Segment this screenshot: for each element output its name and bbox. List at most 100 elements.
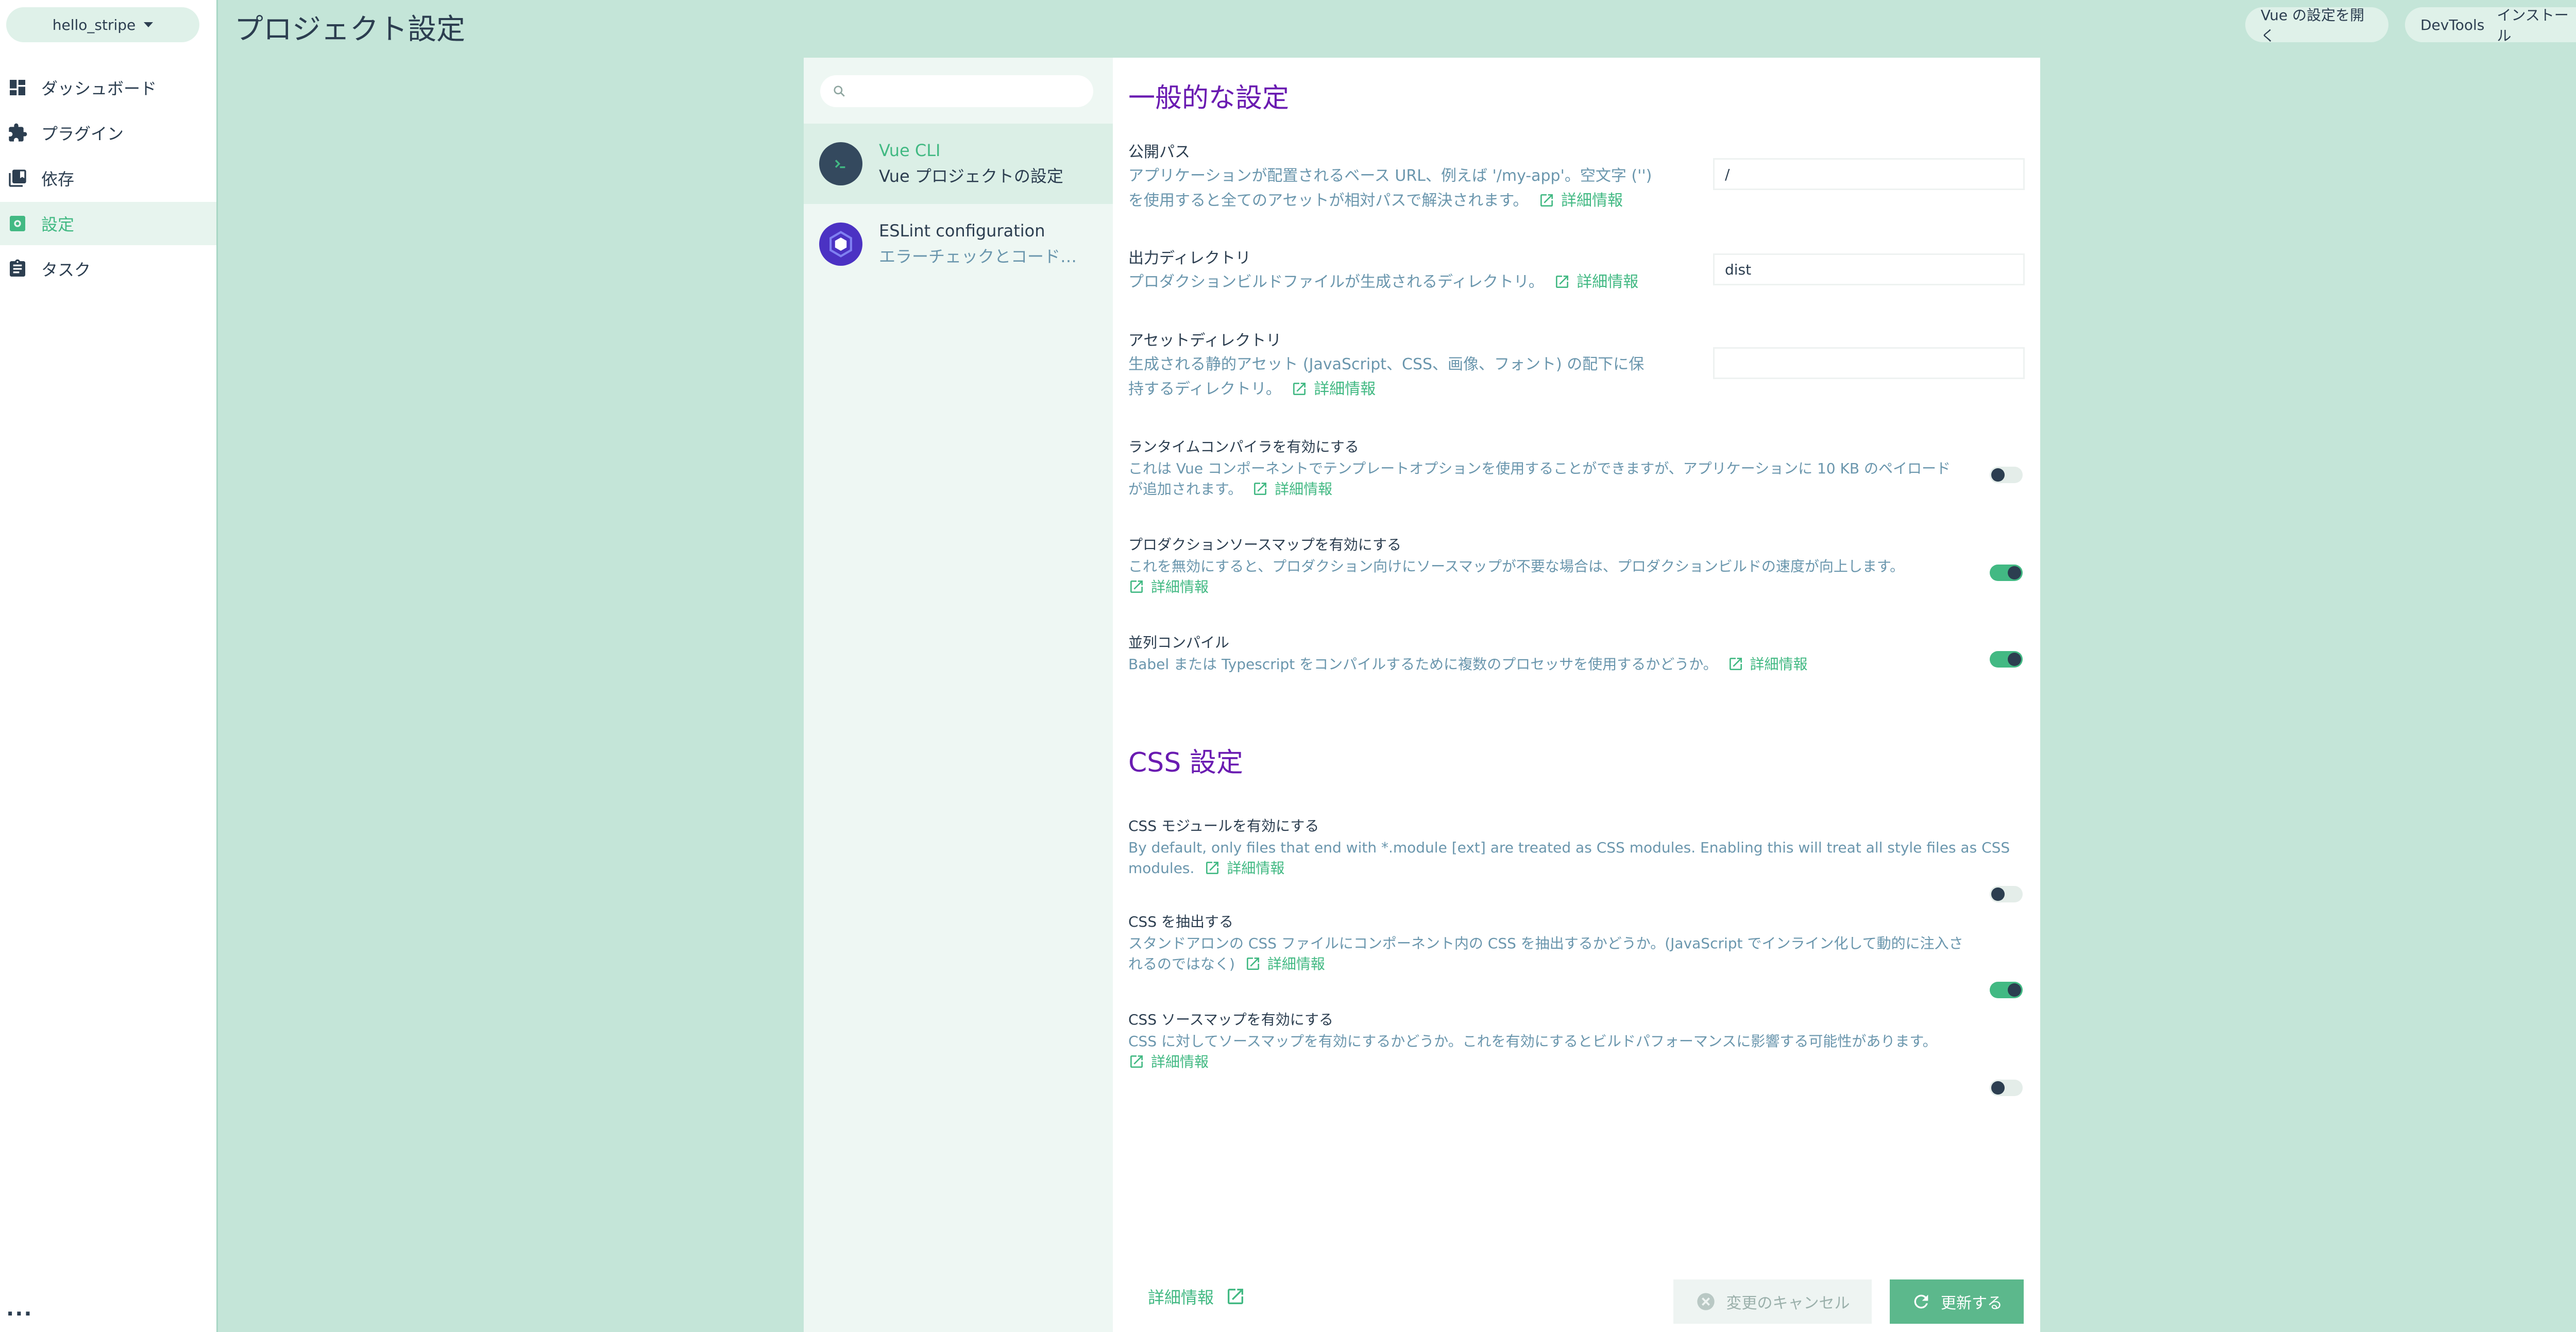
description-line: が追加されます。 [1128, 481, 1243, 498]
css-modules-toggle[interactable] [1990, 886, 2023, 902]
plugin-list: Vue CLI Vue プロジェクトの設定 ESLint configurati… [804, 58, 1113, 1332]
sidebar-item-dependencies[interactable]: 依存 [0, 157, 216, 200]
sidebar: hello_stripe ダッシュボード プラグイン 依存 設定 タスク ... [0, 0, 218, 1332]
parallel-compile-toggle[interactable] [1990, 651, 2023, 668]
setting-parallel-compile: 並列コンパイル Babel または Typescript をコンパイルするために… [1128, 631, 2025, 675]
settings-content: 一般的な設定 公開パス アプリケーションが配置されるベース URL、例えば '/… [1128, 58, 2025, 1332]
setting-label: 並列コンパイル [1128, 634, 1230, 651]
project-selector-button[interactable]: hello_stripe [6, 7, 199, 42]
more-info-link[interactable]: 詳細情報 [1722, 656, 1808, 673]
setting-description: これを無効にすると、プロダクション向けにソースマップが不要な場合は、プロダクショ… [1128, 556, 2025, 597]
external-link-icon [1130, 1055, 1143, 1068]
more-menu-icon[interactable]: ... [6, 1297, 33, 1321]
settings-icon [10, 216, 25, 231]
sidebar-item-plugins[interactable]: プラグイン [0, 111, 216, 155]
more-info-label: 詳細情報 [1227, 860, 1285, 877]
external-link-icon [1254, 483, 1267, 495]
description-line: modules. [1128, 860, 1195, 877]
description-line: Babel または Typescript をコンパイルするために複数のプロセッサ… [1128, 656, 1718, 673]
more-info-label: 詳細情報 [1151, 1053, 1209, 1070]
css-settings-title: CSS 設定 [1128, 747, 1243, 778]
more-info-link[interactable]: 詳細情報 [1128, 1053, 1209, 1070]
sidebar-item-label: 設定 [41, 215, 75, 234]
terminal-icon [835, 160, 845, 168]
plugin-name: ESLint configuration [879, 221, 1045, 241]
setting-runtime-compiler: ランタイムコンパイラを有効にする これは Vue コンポーネントでテンプレートオ… [1128, 436, 2025, 500]
plugin-description: Vue プロジェクトの設定 [879, 166, 1063, 186]
setting-production-source-map: プロダクションソースマップを有効にする これを無効にすると、プロダクション向けに… [1128, 534, 2025, 597]
sidebar-item-label: 依存 [41, 169, 75, 189]
production-source-map-toggle[interactable] [1990, 565, 2023, 581]
description-line: 持するディレクトリ。 [1128, 380, 1281, 398]
runtime-compiler-toggle[interactable] [1990, 467, 2023, 483]
chevron-down-icon [144, 22, 154, 27]
more-info-link[interactable]: 詳細情報 [1128, 578, 1209, 595]
plugin-item-eslint[interactable]: ESLint configuration エラーチェックとコード品質の設定 [804, 204, 1113, 284]
more-info-link[interactable]: 詳細情報 [1240, 955, 1325, 972]
setting-description: Babel または Typescript をコンパイルするために複数のプロセッサ… [1128, 654, 2025, 675]
css-extract-toggle[interactable] [1990, 982, 2023, 998]
assets-dir-input[interactable] [1713, 347, 2025, 379]
setting-description: CSS に対してソースマップを有効にするかどうか。これを有効にするとビルドパフォ… [1128, 1031, 2025, 1072]
install-label: インストール [2497, 7, 2569, 44]
more-info-label: 詳細情報 [1561, 192, 1623, 210]
description-line: アプリケーションが配置されるベース URL、例えば '/my-app'。空文字 … [1128, 167, 1652, 185]
sidebar-item-label: タスク [41, 260, 91, 280]
more-info-link[interactable]: 詳細情報 [1247, 481, 1332, 498]
setting-css-extract: CSS を抽出する スタンドアロンの CSS ファイルにコンポーネント内の CS… [1128, 911, 2025, 975]
more-info-link[interactable]: 詳細情報 [1533, 192, 1623, 210]
search-box[interactable] [820, 75, 1093, 107]
more-info-label: 詳細情報 [1314, 380, 1376, 398]
more-info-link[interactable]: 詳細情報 [1199, 860, 1284, 877]
sidebar-item-dashboard[interactable]: ダッシュボード [0, 66, 216, 109]
more-info-link[interactable]: 詳細情報 [1549, 273, 1638, 291]
plugin-description: エラーチェックとコード品質の設定 [879, 247, 1090, 266]
save-button[interactable]: 更新する [1890, 1279, 2024, 1324]
project-name: hello_stripe [52, 16, 136, 33]
toggle-knob [2008, 983, 2021, 997]
more-info-label: 詳細情報 [1577, 273, 1639, 291]
sidebar-item-tasks[interactable]: タスク [0, 247, 216, 291]
setting-label: CSS を抽出する [1128, 913, 1233, 930]
description-line: これを無効にすると、プロダクション向けにソースマップが不要な場合は、プロダクショ… [1128, 558, 1905, 575]
dashboard-icon [10, 80, 25, 95]
search-input[interactable] [853, 78, 1093, 105]
cancel-label: 変更のキャンセル [1726, 1294, 1850, 1312]
sidebar-item-settings[interactable]: 設定 [0, 202, 216, 245]
open-vue-config-button[interactable]: Vue の設定を開く [2245, 7, 2388, 44]
refresh-icon [1914, 1294, 1928, 1309]
description-line: CSS に対してソースマップを有効にするかどうか。これを有効にするとビルドパフォ… [1128, 1033, 1937, 1050]
devtools-install-button[interactable]: DevTools インストール [2405, 7, 2576, 44]
setting-description: By default, only files that end with *.m… [1128, 838, 2025, 879]
toggle-knob [2008, 566, 2021, 579]
eslint-hexagon-icon [829, 231, 852, 258]
toggle-knob [1991, 887, 2005, 901]
toggle-knob [1991, 1081, 2005, 1095]
vue-cli-logo [819, 142, 862, 185]
plugin-item-vue-cli[interactable]: Vue CLI Vue プロジェクトの設定 [804, 124, 1113, 204]
eslint-logo [819, 223, 862, 266]
description-line: By default, only files that end with *.m… [1128, 839, 2010, 856]
setting-label: CSS ソースマップを有効にする [1128, 1011, 1334, 1028]
css-source-map-toggle[interactable] [1990, 1080, 2023, 1096]
sidebar-item-label: ダッシュボード [41, 79, 157, 98]
description-line: を使用すると全てのアセットが相対パスで解決されます。 [1128, 192, 1529, 210]
library-icon [9, 169, 26, 187]
more-info-link[interactable]: 詳細情報 [1286, 380, 1376, 398]
sidebar-item-label: プラグイン [41, 124, 124, 144]
toggle-knob [1991, 468, 2005, 482]
footer-more-info-link[interactable]: 詳細情報 [1148, 1285, 1246, 1308]
output-dir-input[interactable] [1713, 253, 2025, 285]
cancel-changes-button[interactable]: 変更のキャンセル [1673, 1279, 1872, 1324]
external-link-icon [1206, 862, 1219, 874]
more-info-label: 詳細情報 [1275, 481, 1333, 498]
open-vue-config-label: Vue の設定を開く [2261, 7, 2365, 44]
setting-label: ランタイムコンパイラを有効にする [1128, 438, 1359, 455]
public-path-input[interactable] [1713, 158, 2025, 190]
toggle-knob [2008, 653, 2021, 666]
search-icon [834, 86, 845, 97]
description-line: れるのではなく) [1128, 955, 1235, 972]
plugin-name: Vue CLI [879, 141, 941, 160]
more-info-label: 詳細情報 [1267, 955, 1325, 972]
setting-css-source-map: CSS ソースマップを有効にする CSS に対してソースマップを有効にするかどう… [1128, 1009, 2025, 1072]
